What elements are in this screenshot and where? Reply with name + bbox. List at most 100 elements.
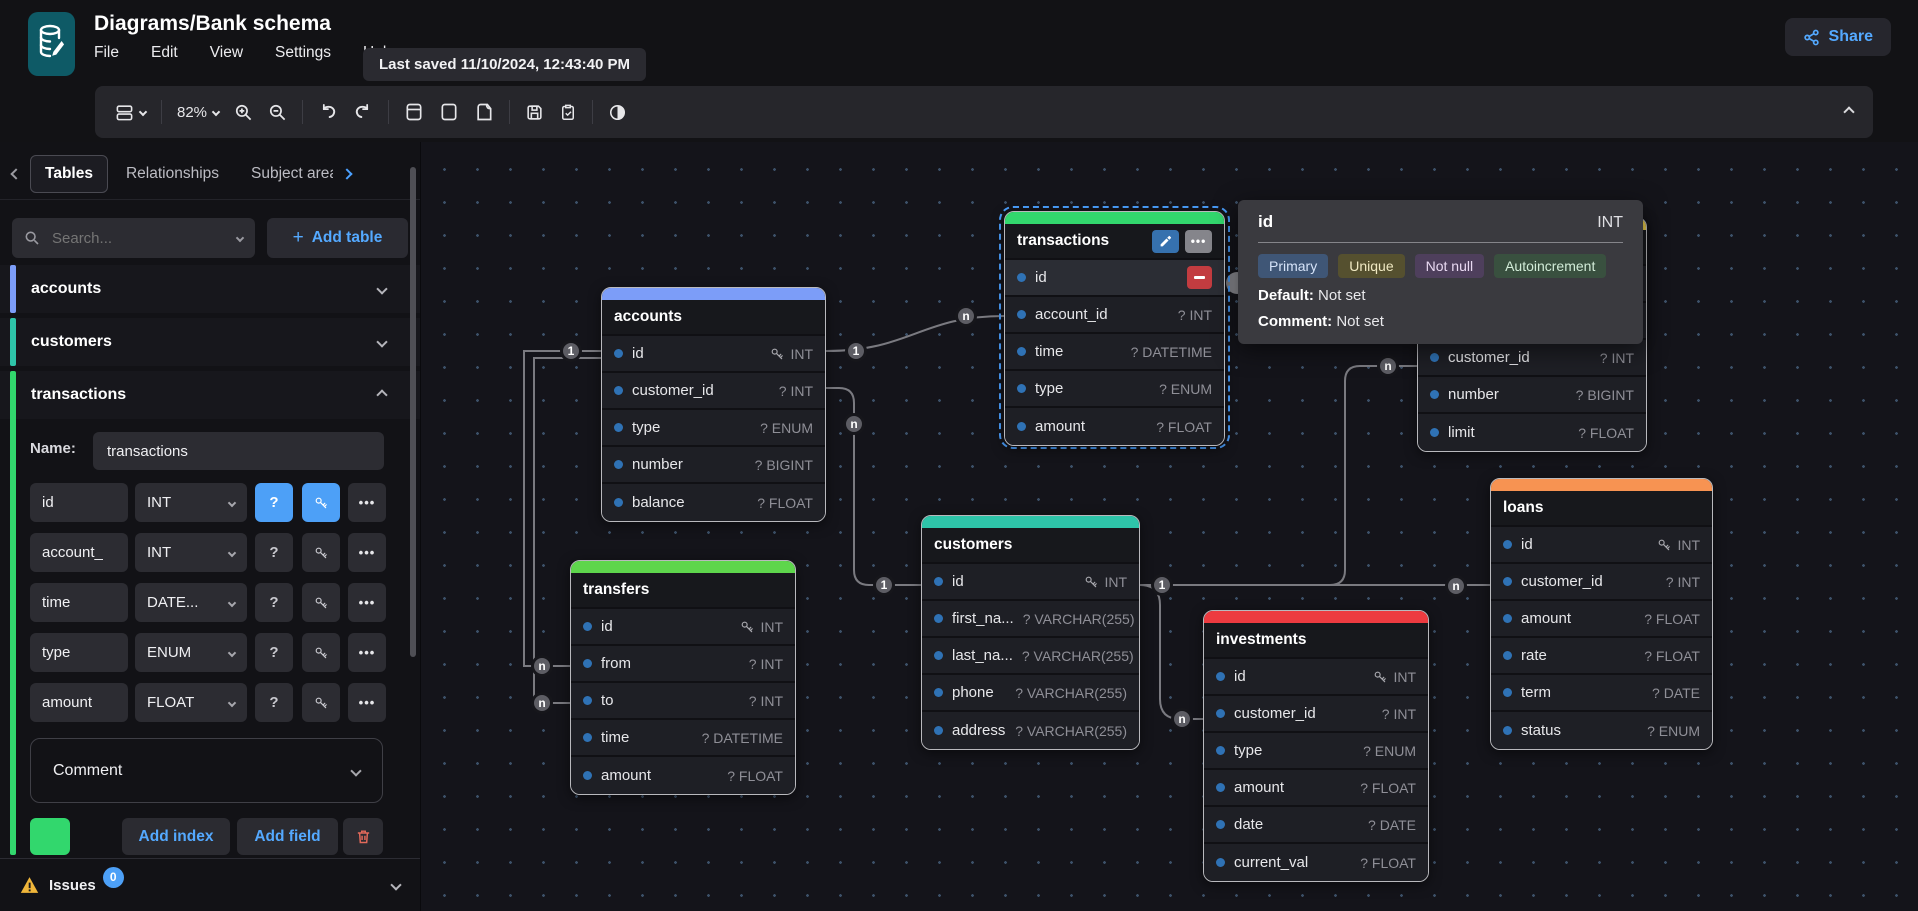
table-field-row[interactable]: id	[1005, 260, 1224, 297]
table-field-row[interactable]: idINT	[571, 609, 795, 646]
field-more-options-button[interactable]: •••	[348, 583, 386, 622]
zoom-level-dropdown[interactable]: 82%	[177, 104, 219, 121]
remove-field-button[interactable]	[1187, 266, 1212, 289]
redo-button[interactable]	[353, 102, 373, 122]
tabs-scroll-right[interactable]	[337, 165, 357, 183]
edit-table-button[interactable]	[1152, 230, 1179, 253]
delete-table-button[interactable]	[343, 818, 383, 855]
table-field-row[interactable]: date? DATE	[1204, 807, 1428, 844]
table-color-swatch[interactable]	[30, 818, 70, 855]
add-note-tool[interactable]	[474, 102, 494, 122]
field-type-select[interactable]: FLOAT	[135, 683, 247, 722]
field-type-select[interactable]: INT	[135, 483, 247, 522]
field-name-input[interactable]: time	[30, 583, 128, 622]
sidebar-item-customers[interactable]: customers	[0, 318, 420, 366]
nullable-toggle[interactable]: ?	[255, 483, 293, 522]
nullable-toggle[interactable]: ?	[255, 683, 293, 722]
table-field-row[interactable]: amount? FLOAT	[1005, 408, 1224, 445]
add-index-button[interactable]: Add index	[122, 818, 230, 855]
table-field-row[interactable]: number? BIGINT	[1418, 377, 1646, 414]
add-area-tool[interactable]	[439, 102, 459, 122]
primary-key-toggle[interactable]	[302, 483, 340, 522]
table-field-row[interactable]: rate? FLOAT	[1491, 638, 1712, 675]
field-name-input[interactable]: account_	[30, 533, 128, 572]
add-table-button[interactable]: + Add table	[267, 218, 408, 258]
table-field-row[interactable]: customer_id? INT	[1491, 564, 1712, 601]
undo-button[interactable]	[318, 102, 338, 122]
nullable-toggle[interactable]: ?	[255, 633, 293, 672]
table-field-row[interactable]: from? INT	[571, 646, 795, 683]
primary-key-toggle[interactable]	[302, 633, 340, 672]
primary-key-toggle[interactable]	[302, 583, 340, 622]
table-field-row[interactable]: first_na...? VARCHAR(255)	[922, 601, 1139, 638]
table-field-row[interactable]: term? DATE	[1491, 675, 1712, 712]
table-field-row[interactable]: address? VARCHAR(255)	[922, 712, 1139, 749]
field-more-options-button[interactable]: •••	[348, 633, 386, 672]
field-type-select[interactable]: INT	[135, 533, 247, 572]
table-field-row[interactable]: type? ENUM	[602, 410, 825, 447]
chevron-down-icon[interactable]	[392, 876, 400, 894]
table-field-row[interactable]: type? ENUM	[1204, 733, 1428, 770]
canvas-table-accounts[interactable]: accountsidINTcustomer_id? INTtype? ENUMn…	[601, 287, 826, 522]
collapse-toolbar-button[interactable]	[1845, 103, 1853, 121]
table-field-row[interactable]: type? ENUM	[1005, 371, 1224, 408]
search-input[interactable]	[50, 229, 227, 248]
field-name-input[interactable]: amount	[30, 683, 128, 722]
tab-subject-areas[interactable]: Subject areas	[237, 156, 333, 192]
nullable-toggle[interactable]: ?	[255, 533, 293, 572]
canvas-table-customers[interactable]: customersidINTfirst_na...? VARCHAR(255)l…	[921, 515, 1140, 750]
commit-button[interactable]	[559, 103, 577, 122]
diagram-layout-dropdown[interactable]	[115, 103, 146, 122]
table-field-row[interactable]: to? INT	[571, 683, 795, 720]
canvas-table-transfers[interactable]: transfersidINTfrom? INTto? INTtime? DATE…	[570, 560, 796, 795]
add-field-button[interactable]: Add field	[237, 818, 338, 855]
table-search[interactable]	[12, 218, 255, 258]
table-field-row[interactable]: amount? FLOAT	[1204, 770, 1428, 807]
menu-edit[interactable]: Edit	[151, 44, 178, 62]
issues-bar[interactable]: Issues 0	[0, 858, 420, 911]
menu-settings[interactable]: Settings	[275, 44, 331, 62]
table-field-row[interactable]: balance? FLOAT	[602, 484, 825, 521]
field-type-select[interactable]: DATE...	[135, 583, 247, 622]
table-name-input[interactable]	[93, 432, 384, 470]
table-field-row[interactable]: amount? FLOAT	[1491, 601, 1712, 638]
tab-tables[interactable]: Tables	[30, 155, 108, 193]
save-button[interactable]	[525, 103, 544, 122]
table-field-row[interactable]: idINT	[922, 564, 1139, 601]
sidebar-item-accounts[interactable]: accounts	[0, 265, 420, 313]
canvas-table-investments[interactable]: investmentsidINTcustomer_id? INTtype? EN…	[1203, 610, 1429, 882]
field-name-input[interactable]: id	[30, 483, 128, 522]
table-field-row[interactable]: account_id? INT	[1005, 297, 1224, 334]
theme-toggle[interactable]	[608, 103, 627, 122]
chevron-down-icon[interactable]	[378, 280, 386, 298]
canvas-table-loans[interactable]: loansidINTcustomer_id? INTamount? FLOATr…	[1490, 478, 1713, 750]
comment-collapsible[interactable]: Comment	[30, 738, 383, 803]
primary-key-toggle[interactable]	[302, 683, 340, 722]
table-field-row[interactable]: phone? VARCHAR(255)	[922, 675, 1139, 712]
table-field-row[interactable]: number? BIGINT	[602, 447, 825, 484]
field-name-input[interactable]: type	[30, 633, 128, 672]
table-field-row[interactable]: customer_id? INT	[1204, 696, 1428, 733]
field-more-options-button[interactable]: •••	[348, 683, 386, 722]
zoom-out-button[interactable]	[268, 103, 287, 122]
table-field-row[interactable]: amount? FLOAT	[571, 757, 795, 794]
table-field-row[interactable]: current_val? FLOAT	[1204, 844, 1428, 881]
canvas-table-transactions[interactable]: transactions•••idaccount_id? INTtime? DA…	[1004, 211, 1225, 446]
field-more-options-button[interactable]: •••	[348, 533, 386, 572]
table-field-row[interactable]: idINT	[1491, 527, 1712, 564]
table-field-row[interactable]: idINT	[1204, 659, 1428, 696]
add-table-tool[interactable]	[404, 102, 424, 122]
share-button[interactable]: Share	[1785, 18, 1891, 56]
chevron-up-icon[interactable]	[378, 386, 386, 404]
sidebar-item-transactions[interactable]: transactions	[0, 371, 420, 419]
table-field-row[interactable]: last_na...? VARCHAR(255)	[922, 638, 1139, 675]
menu-view[interactable]: View	[210, 44, 243, 62]
tabs-scroll-left[interactable]	[6, 165, 26, 183]
table-field-row[interactable]: time? DATETIME	[571, 720, 795, 757]
table-field-row[interactable]: customer_id? INT	[1418, 340, 1646, 377]
sidebar-scrollbar[interactable]	[410, 167, 416, 657]
table-field-row[interactable]: customer_id? INT	[602, 373, 825, 410]
primary-key-toggle[interactable]	[302, 533, 340, 572]
nullable-toggle[interactable]: ?	[255, 583, 293, 622]
field-type-select[interactable]: ENUM	[135, 633, 247, 672]
